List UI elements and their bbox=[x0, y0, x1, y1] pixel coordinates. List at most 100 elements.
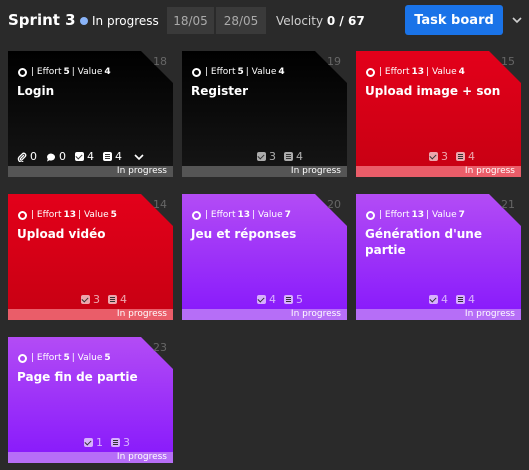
card-meta: | Effort 5 | Value 4 bbox=[192, 67, 285, 77]
card-number: 20 bbox=[327, 198, 341, 211]
effort-label: | Effort bbox=[379, 67, 410, 77]
story-card[interactable]: 20 | Effort 13 | Value 7 Jeu et réponses… bbox=[182, 194, 347, 320]
checks-count: 4 bbox=[269, 293, 276, 306]
card-meta: | Effort 13 | Value 7 bbox=[192, 210, 291, 220]
effort-value: 13 bbox=[411, 67, 425, 77]
card-title: Login bbox=[17, 84, 55, 98]
velocity: Velocity 0 / 67 bbox=[276, 14, 365, 28]
chevron-down-icon[interactable] bbox=[509, 12, 525, 28]
lists-count: 4 bbox=[120, 293, 127, 306]
checkbox-icon bbox=[84, 438, 93, 447]
story-card[interactable]: 14 | Effort 13 | Value 5 Upload vidéo 3 … bbox=[8, 194, 173, 320]
comments-stat: 0 bbox=[46, 150, 66, 163]
checkbox-icon bbox=[429, 295, 438, 304]
card-stats: 3 4 bbox=[429, 150, 475, 163]
effort-label: | Effort bbox=[31, 210, 62, 220]
card-status-footer: In progress bbox=[8, 309, 173, 320]
list-icon bbox=[456, 152, 465, 161]
velocity-value: 0 / 67 bbox=[326, 14, 365, 28]
list-icon bbox=[108, 295, 117, 304]
card-number-tab: 15 bbox=[491, 51, 521, 73]
value-label: | Value bbox=[71, 67, 103, 77]
card-status-footer: In progress bbox=[8, 166, 173, 177]
card-title: Upload image + son bbox=[365, 84, 501, 98]
lists-stat: 3 bbox=[111, 436, 130, 449]
card-number: 18 bbox=[153, 55, 167, 68]
value-value: 7 bbox=[284, 210, 291, 220]
value-label: | Value bbox=[245, 67, 277, 77]
card-title: Page fin de partie bbox=[17, 370, 138, 384]
effort-label: | Effort bbox=[205, 210, 236, 220]
card-number-tab: 19 bbox=[317, 51, 347, 73]
value-value: 5 bbox=[110, 210, 117, 220]
checks-count: 4 bbox=[87, 150, 94, 163]
card-stats: 4 4 bbox=[429, 293, 475, 306]
story-card[interactable]: 19 | Effort 5 | Value 4 Register 3 4 In … bbox=[182, 51, 347, 177]
lists-stat: 4 bbox=[456, 150, 475, 163]
checkbox-icon bbox=[429, 152, 438, 161]
sprint-title: Sprint 3 bbox=[8, 11, 76, 29]
card-number: 14 bbox=[153, 198, 167, 211]
card-title: Upload vidéo bbox=[17, 227, 106, 241]
end-date[interactable]: 28/05 bbox=[216, 7, 266, 34]
list-icon bbox=[111, 438, 120, 447]
lists-count: 4 bbox=[468, 293, 475, 306]
effort-label: | Effort bbox=[205, 67, 236, 77]
lists-count: 5 bbox=[296, 293, 303, 306]
status-dot-icon bbox=[80, 17, 88, 25]
lists-stat: 4 bbox=[456, 293, 475, 306]
story-card[interactable]: 15 | Effort 13 | Value 4 Upload image + … bbox=[356, 51, 521, 177]
lists-count: 4 bbox=[296, 150, 303, 163]
checks-stat: 4 bbox=[75, 150, 94, 163]
checks-count: 3 bbox=[93, 293, 100, 306]
checks-stat: 3 bbox=[429, 150, 448, 163]
card-number-tab: 21 bbox=[491, 194, 521, 216]
card-number: 19 bbox=[327, 55, 341, 68]
card-stats: 1 3 bbox=[84, 436, 130, 449]
status-ring-icon bbox=[192, 210, 201, 220]
task-board-button[interactable]: Task board bbox=[405, 5, 503, 35]
card-status-footer: In progress bbox=[356, 166, 521, 177]
checks-stat: 3 bbox=[81, 293, 100, 306]
lists-stat: 5 bbox=[284, 293, 303, 306]
checks-count: 3 bbox=[441, 150, 448, 163]
sprint-status: In progress bbox=[80, 14, 159, 28]
attachments-count: 0 bbox=[30, 150, 37, 163]
lists-count: 4 bbox=[468, 150, 475, 163]
checkbox-icon bbox=[75, 152, 84, 161]
card-title: Génération d'une partie bbox=[365, 227, 482, 257]
card-number: 15 bbox=[501, 55, 515, 68]
list-icon bbox=[103, 152, 112, 161]
velocity-label: Velocity bbox=[276, 14, 324, 28]
list-icon bbox=[284, 295, 293, 304]
card-meta: | Effort 13 | Value 4 bbox=[366, 67, 465, 77]
effort-value: 13 bbox=[411, 210, 425, 220]
card-stats: 3 4 bbox=[81, 293, 127, 306]
start-date[interactable]: 18/05 bbox=[167, 7, 214, 34]
story-card[interactable]: 18 | Effort 5 | Value 4 Login 0 0 4 4 In… bbox=[8, 51, 173, 177]
value-label: | Value bbox=[71, 353, 103, 363]
effort-value: 5 bbox=[237, 67, 244, 77]
effort-label: | Effort bbox=[31, 353, 62, 363]
lists-stat: 4 bbox=[284, 150, 303, 163]
effort-value: 5 bbox=[63, 67, 70, 77]
effort-label: | Effort bbox=[31, 67, 62, 77]
card-status-footer: In progress bbox=[182, 166, 347, 177]
lists-stat: 4 bbox=[108, 293, 127, 306]
status-label: In progress bbox=[92, 14, 159, 28]
checks-count: 3 bbox=[269, 150, 276, 163]
status-ring-icon bbox=[366, 67, 375, 77]
card-number: 23 bbox=[153, 341, 167, 354]
checkbox-icon bbox=[81, 295, 90, 304]
card-stats: 4 5 bbox=[257, 293, 303, 306]
story-card[interactable]: 21 | Effort 13 | Value 7 Génération d'un… bbox=[356, 194, 521, 320]
list-icon bbox=[284, 152, 293, 161]
card-status-footer: In progress bbox=[8, 452, 173, 463]
lists-count: 4 bbox=[115, 150, 122, 163]
card-number-tab: 23 bbox=[143, 337, 173, 359]
value-value: 7 bbox=[458, 210, 465, 220]
checks-stat: 1 bbox=[84, 436, 103, 449]
story-card[interactable]: 23 | Effort 5 | Value 5 Page fin de part… bbox=[8, 337, 173, 463]
value-value: 5 bbox=[104, 353, 111, 363]
attachments-stat: 0 bbox=[17, 150, 37, 163]
